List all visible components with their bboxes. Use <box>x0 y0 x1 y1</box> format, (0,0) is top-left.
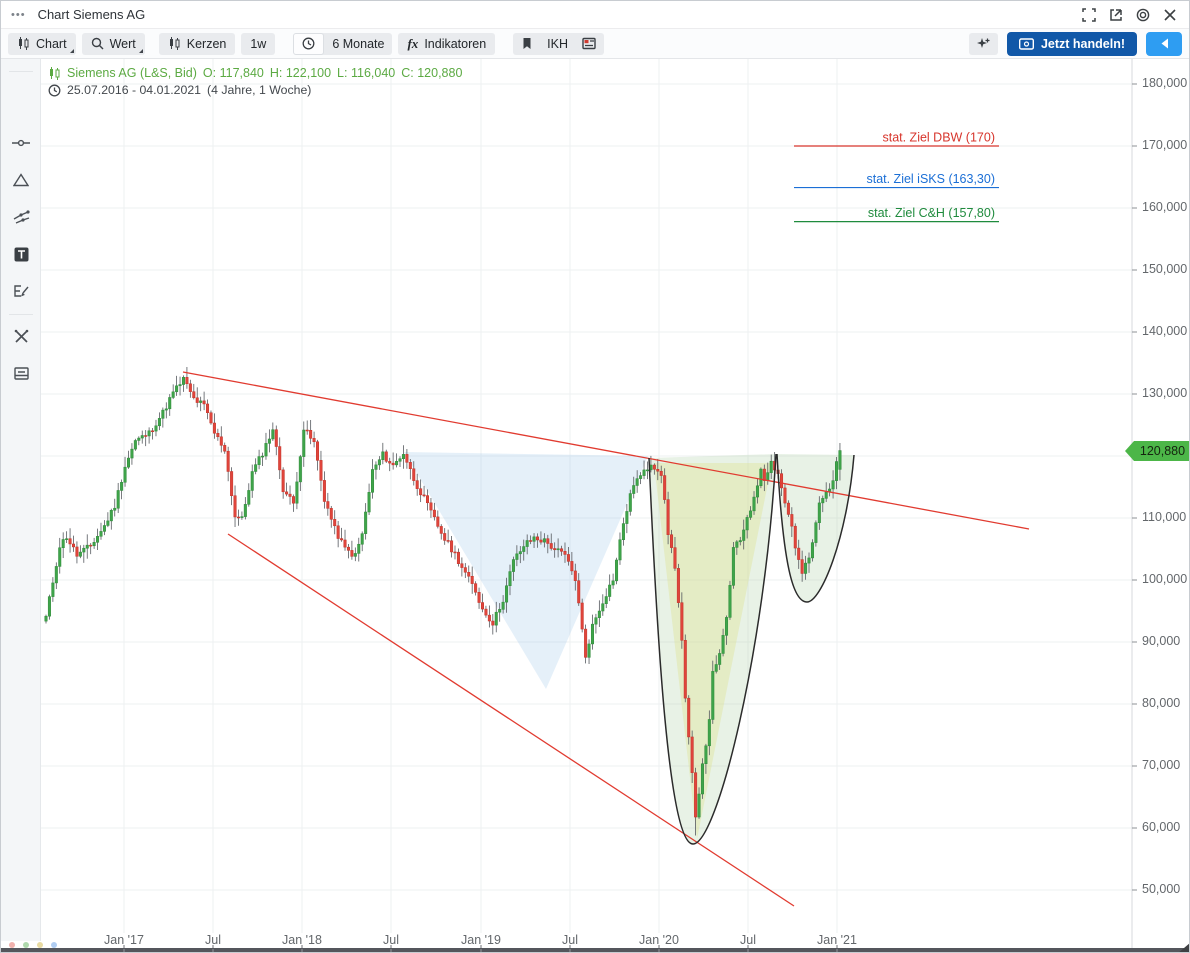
layout-tool[interactable] <box>1 359 41 387</box>
edit-tool[interactable] <box>1 277 41 305</box>
target-label: stat. Ziel iSKS (163,30) <box>866 172 995 186</box>
y-axis-label: 90,000 <box>1142 634 1190 648</box>
window-title: Chart Siemens AG <box>38 7 146 22</box>
duration: (4 Jahre, 1 Woche) <box>207 83 311 97</box>
indicators-button[interactable]: fx Indikatoren <box>398 33 495 55</box>
x-axis-label: Jul <box>540 933 600 947</box>
bookmark-icon <box>521 37 533 50</box>
sparkle-icon <box>976 36 991 51</box>
template-ikh-button[interactable]: IKH <box>537 33 578 55</box>
text-tool[interactable] <box>1 240 41 268</box>
ohlc-legend: Siemens AG (L&S, Bid) O: 117,840 H: 122,… <box>48 66 462 80</box>
y-axis-label: 80,000 <box>1142 696 1190 710</box>
chart-window: stat. Ziel DBW (170) stat. Ziel iSKS (163… <box>0 0 1190 953</box>
template-group: IKH <box>513 33 604 55</box>
collapse-panel-button[interactable] <box>1146 32 1182 56</box>
search-icon <box>91 37 104 50</box>
target-label: stat. Ziel DBW (170) <box>882 131 995 145</box>
color-dot-red <box>9 942 15 948</box>
candlestick-icon <box>168 37 181 50</box>
y-axis-label: 100,000 <box>1142 572 1190 586</box>
title-bar: ••• Chart Siemens AG <box>1 1 1189 29</box>
drawing-toolbar <box>1 59 41 941</box>
date-range-legend: 25.07.2016 - 04.01.2021 (4 Jahre, 1 Woch… <box>48 83 311 97</box>
panel-icon <box>582 37 596 50</box>
symbol-label[interactable]: Siemens AG (L&S, Bid) <box>67 66 197 80</box>
candle-style-button[interactable]: Kerzen <box>159 33 236 55</box>
interval-button[interactable]: 1w <box>241 33 275 55</box>
symmetric-triangle-pattern <box>404 452 648 689</box>
fx-icon: fx <box>407 36 418 52</box>
chart-type-button[interactable]: Chart <box>8 33 76 55</box>
pattern-tool[interactable] <box>1 203 41 231</box>
candlestick-icon <box>17 37 30 50</box>
y-axis-label: 150,000 <box>1142 262 1190 276</box>
magic-tools-button[interactable] <box>969 33 998 55</box>
time-scrollbar <box>1 948 1190 953</box>
dropdown-corner <box>70 49 74 53</box>
x-axis-label: Jul <box>718 933 778 947</box>
color-dot-green <box>23 942 29 948</box>
y-axis-label: 180,000 <box>1142 76 1190 90</box>
target-icon[interactable] <box>1134 6 1152 24</box>
candlestick-icon <box>48 67 61 80</box>
y-axis-label: 70,000 <box>1142 758 1190 772</box>
x-axis-label: Jan '18 <box>272 933 332 947</box>
price-badge: 120,880 <box>1134 441 1190 461</box>
clock-segment[interactable] <box>293 33 324 55</box>
chart-canvas[interactable]: stat. Ziel DBW (170) stat. Ziel iSKS (163… <box>1 1 1190 953</box>
widget-menu-icon[interactable]: ••• <box>11 9 26 21</box>
trade-now-button[interactable]: Jetzt handeln! <box>1007 32 1137 56</box>
time-range-control[interactable]: 6 Monate <box>293 33 392 55</box>
target-label: stat. Ziel C&H (157,80) <box>868 206 995 220</box>
close-icon[interactable] <box>1161 6 1179 24</box>
color-dot-blue <box>51 942 57 948</box>
y-axis-label: 60,000 <box>1142 820 1190 834</box>
panel-layout-button[interactable] <box>578 33 604 55</box>
banknote-icon <box>1019 38 1034 50</box>
x-axis-label: Jan '19 <box>451 933 511 947</box>
popout-icon[interactable] <box>1107 6 1125 24</box>
date-range: 25.07.2016 - 04.01.2021 <box>67 83 201 97</box>
y-axis-label: 110,000 <box>1142 510 1190 524</box>
y-axis-label: 130,000 <box>1142 386 1190 400</box>
bookmark-button[interactable] <box>513 33 537 55</box>
x-axis-label: Jan '20 <box>629 933 689 947</box>
color-dot-yellow <box>37 942 43 948</box>
trendline-tool[interactable] <box>1 129 41 157</box>
dropdown-corner <box>139 49 143 53</box>
y-axis-label: 160,000 <box>1142 200 1190 214</box>
shape-tool[interactable] <box>1 166 41 194</box>
tools-crossed[interactable] <box>1 322 41 350</box>
x-axis-label: Jan '21 <box>807 933 867 947</box>
fullscreen-icon[interactable] <box>1080 6 1098 24</box>
instrument-search-button[interactable]: Wert <box>82 33 145 55</box>
x-axis-label: Jul <box>361 933 421 947</box>
clock-icon <box>48 84 61 97</box>
x-axis-label: Jan '17 <box>94 933 154 947</box>
clock-icon <box>302 37 315 50</box>
chevron-left-icon <box>1160 38 1169 49</box>
y-axis-label: 50,000 <box>1142 882 1190 896</box>
chart-toolbar: Chart Wert Kerzen 1w 6 Monate <box>1 29 1189 59</box>
x-axis-label: Jul <box>183 933 243 947</box>
y-axis-label: 170,000 <box>1142 138 1190 152</box>
range-label[interactable]: 6 Monate <box>324 33 392 55</box>
y-axis-label: 140,000 <box>1142 324 1190 338</box>
